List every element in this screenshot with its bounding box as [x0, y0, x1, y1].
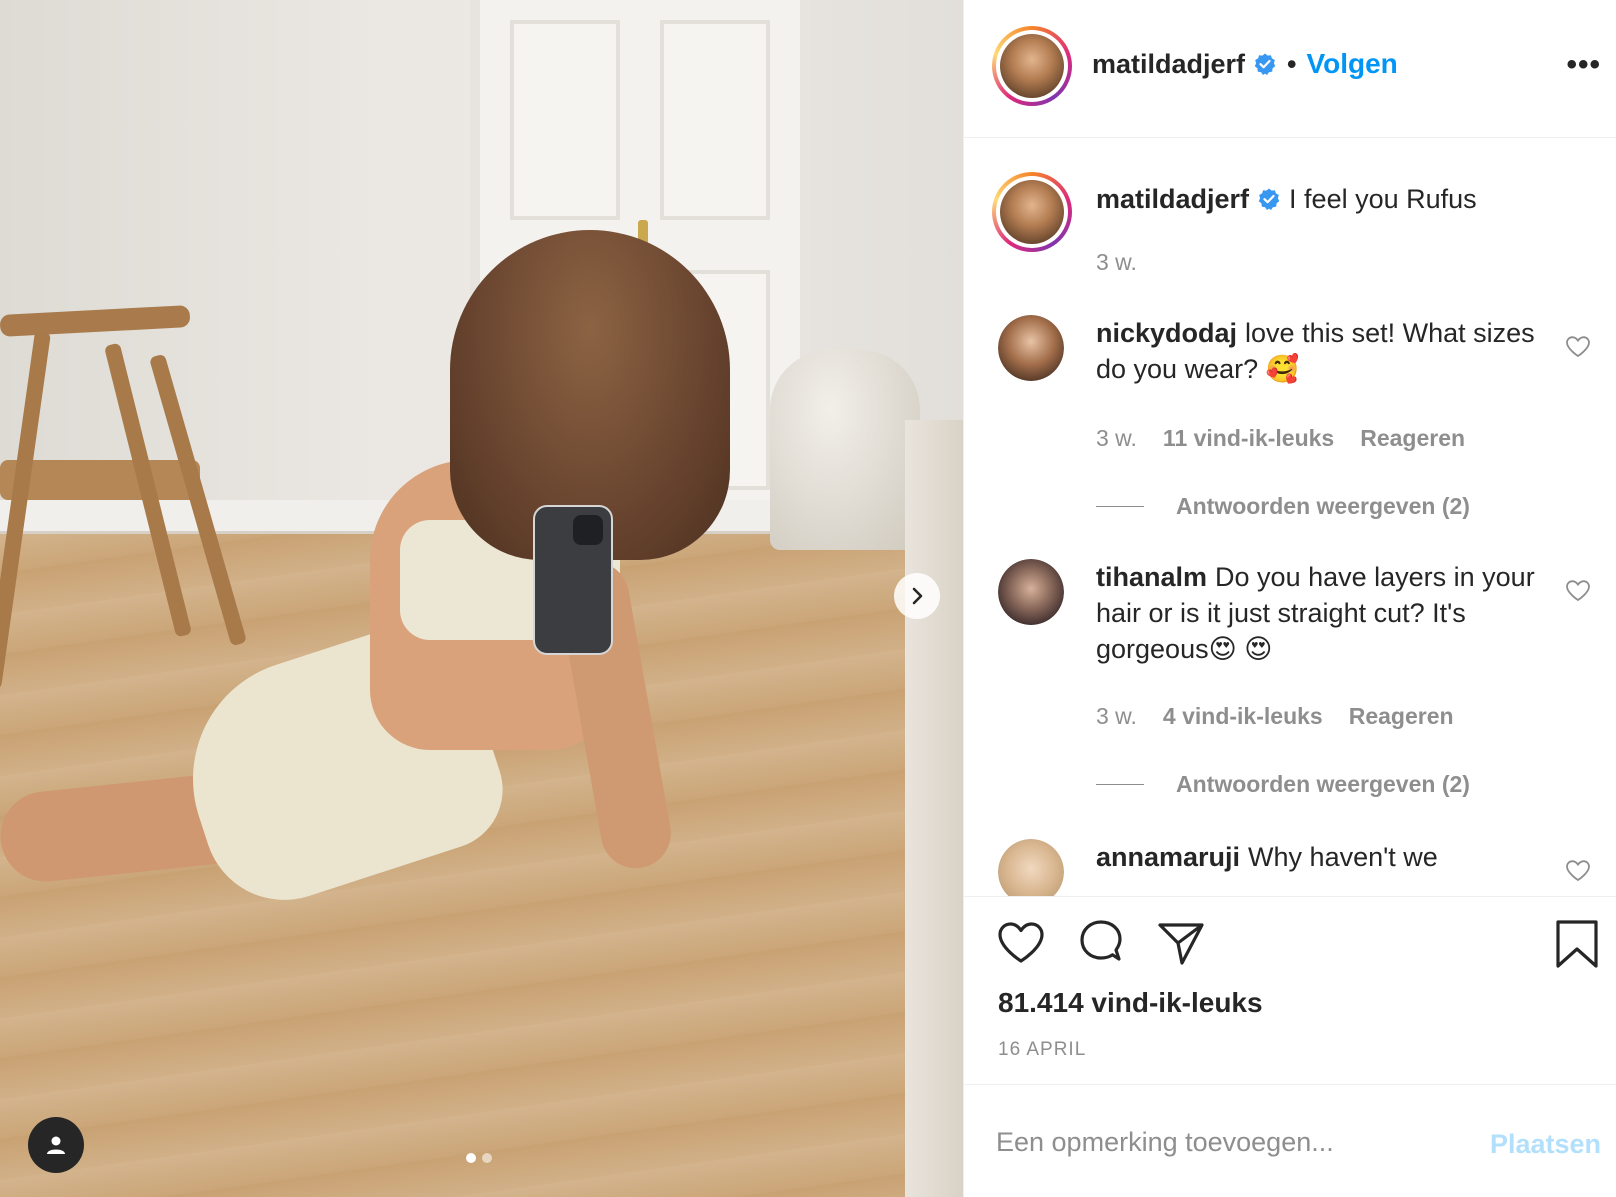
comment-text-row: annamaruji Why haven't we — [1096, 839, 1536, 875]
author-row: matildadjerf • Volgen — [1092, 48, 1398, 80]
author-avatar[interactable] — [992, 26, 1072, 106]
header-separator: • — [1287, 48, 1297, 79]
view-replies-label: Antwoorden weergeven (2) — [1176, 771, 1470, 797]
caption-username[interactable]: matildadjerf — [1096, 184, 1249, 214]
reply-button[interactable]: Reageren — [1360, 425, 1465, 452]
caption-meta: 3 w. — [1096, 249, 1137, 276]
comment-avatar[interactable] — [998, 559, 1064, 625]
view-replies-button[interactable]: Antwoorden weergeven (2) — [1096, 493, 1470, 520]
replies-divider — [1096, 784, 1144, 785]
chevron-right-icon — [912, 587, 923, 605]
heart-icon[interactable] — [996, 919, 1046, 969]
replies-divider — [1096, 506, 1144, 507]
comment-time[interactable]: 3 w. — [1096, 703, 1137, 730]
post-side-panel: matildadjerf • Volgen ••• matildadjerf I… — [963, 0, 1616, 1197]
post-actions: 81.414 vind-ik-leuks 16 APRIL — [964, 896, 1616, 1084]
carousel-dot — [482, 1153, 492, 1163]
caption-text: I feel you Rufus — [1289, 184, 1477, 214]
comment-text-row: nickydodaj love this set! What sizes do y… — [1096, 315, 1536, 387]
comment-avatar[interactable] — [998, 315, 1064, 381]
comment-meta: 3 w. 11 vind-ik-leuks Reageren — [1096, 425, 1465, 452]
caption-avatar[interactable] — [992, 172, 1072, 252]
reply-button[interactable]: Reageren — [1349, 703, 1454, 730]
view-replies-button[interactable]: Antwoorden weergeven (2) — [1096, 771, 1470, 798]
carousel-dot-active — [466, 1153, 476, 1163]
bookmark-icon[interactable] — [1552, 919, 1602, 969]
comment-input[interactable] — [996, 1117, 1466, 1167]
post-comment-button[interactable]: Plaatsen — [1490, 1129, 1601, 1160]
comments-list[interactable]: matildadjerf I feel you Rufus 3 w. nicky… — [964, 139, 1616, 896]
more-options-icon[interactable]: ••• — [1566, 50, 1601, 80]
comment-likes[interactable]: 11 vind-ik-leuks — [1163, 425, 1334, 452]
comment-composer: Plaatsen — [964, 1084, 1616, 1197]
comment-likes[interactable]: 4 vind-ik-leuks — [1163, 703, 1323, 730]
comment-text: Why haven't we — [1248, 842, 1438, 872]
post-media[interactable] — [0, 0, 963, 1197]
comment-like-heart-icon[interactable] — [1565, 335, 1591, 359]
tagged-users-button[interactable] — [28, 1117, 84, 1173]
photo-mirror-edge — [905, 420, 963, 1197]
comment-like-heart-icon[interactable] — [1565, 859, 1591, 883]
next-slide-button[interactable] — [894, 573, 940, 619]
photo-person — [0, 230, 800, 921]
comment-avatar[interactable] — [998, 839, 1064, 896]
post-header: matildadjerf • Volgen ••• — [964, 0, 1616, 138]
user-icon — [47, 1136, 65, 1154]
comment-bubble-icon[interactable] — [1076, 919, 1126, 969]
comment-text-row: tihanalm Do you have layers in your hair … — [1096, 559, 1536, 667]
carousel-indicator — [466, 1153, 492, 1163]
likes-count[interactable]: 81.414 vind-ik-leuks — [998, 987, 1263, 1019]
caption-time[interactable]: 3 w. — [1096, 249, 1137, 276]
verified-badge-icon — [1258, 188, 1280, 210]
follow-button[interactable]: Volgen — [1307, 48, 1398, 80]
author-username[interactable]: matildadjerf — [1092, 49, 1245, 80]
comment-username[interactable]: nickydodaj — [1096, 318, 1237, 348]
verified-badge-icon — [1254, 53, 1276, 75]
comment-username[interactable]: annamaruji — [1096, 842, 1240, 872]
view-replies-label: Antwoorden weergeven (2) — [1176, 493, 1470, 519]
post-date: 16 APRIL — [998, 1039, 1087, 1060]
comment-like-heart-icon[interactable] — [1565, 579, 1591, 603]
comment-meta: 3 w. 4 vind-ik-leuks Reageren — [1096, 703, 1454, 730]
caption-text-row: matildadjerf I feel you Rufus — [1096, 181, 1536, 217]
paper-plane-icon[interactable] — [1156, 919, 1206, 969]
comment-time[interactable]: 3 w. — [1096, 425, 1137, 452]
comment-username[interactable]: tihanalm — [1096, 562, 1207, 592]
